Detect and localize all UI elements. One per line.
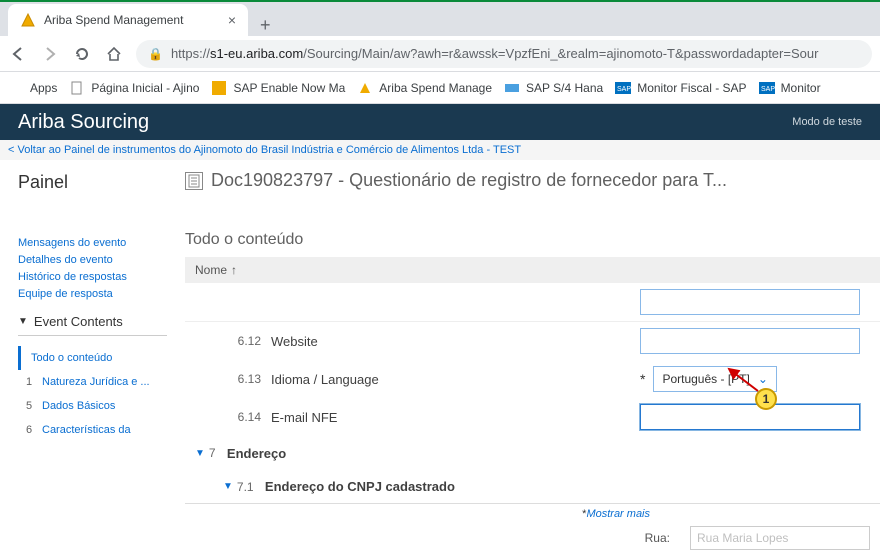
chevron-down-icon: ▼ <box>195 448 205 459</box>
back-to-dashboard-link[interactable]: < Voltar ao Painel de instrumentos do Aj… <box>8 144 521 156</box>
row-label: Endereço do CNPJ cadastrado <box>265 479 870 494</box>
new-tab-button[interactable]: + <box>248 15 283 36</box>
page-icon <box>69 80 85 96</box>
apps-grid-icon <box>8 80 24 96</box>
ariba-favicon <box>20 12 36 28</box>
sap-badge-icon: SAP <box>615 80 631 96</box>
row-label: Idioma / Language <box>271 372 640 387</box>
toc-all-content[interactable]: Todo o conteúdo <box>18 346 167 370</box>
row-label: E-mail NFE <box>271 410 640 425</box>
bookmark-item[interactable]: SAP Monitor <box>759 80 821 96</box>
required-star: * <box>640 371 645 387</box>
row-number: 7.1 <box>237 480 265 494</box>
table-row: 6.11 Fax <box>185 283 880 322</box>
sidebar-link-history[interactable]: Histórico de respostas <box>18 271 167 283</box>
ariba-icon <box>357 80 373 96</box>
bookmark-item[interactable]: SAP S/4 Hana <box>504 80 603 96</box>
bookmark-item[interactable]: SAP Enable Now Ma <box>211 80 345 96</box>
url-bar[interactable]: 🔒 https://s1-eu.ariba.com/Sourcing/Main/… <box>136 40 872 68</box>
toc-item[interactable]: 1 Natureza Jurídica e ... <box>18 370 167 394</box>
table-row: 6.12 Website <box>185 322 880 360</box>
svg-text:SAP: SAP <box>761 86 775 93</box>
column-header-name[interactable]: Nome ↑ <box>185 257 880 283</box>
home-icon[interactable] <box>104 44 124 64</box>
email-nfe-input[interactable] <box>640 404 860 430</box>
lock-icon: 🔒 <box>148 47 163 61</box>
forward-icon[interactable] <box>40 44 60 64</box>
sidebar-link-details[interactable]: Detalhes do evento <box>18 254 167 266</box>
close-icon[interactable]: × <box>228 12 236 28</box>
back-icon[interactable] <box>8 44 28 64</box>
sidebar-link-team[interactable]: Equipe de resposta <box>18 288 167 300</box>
bookmark-item[interactable]: Página Inicial - Ajino <box>69 80 199 96</box>
row-label: Website <box>271 334 640 349</box>
s4hana-icon <box>504 80 520 96</box>
section-row[interactable]: ▼ 7.1 Endereço do CNPJ cadastrado <box>185 470 880 504</box>
row-number: 6.12 <box>223 334 271 349</box>
browser-tab[interactable]: Ariba Spend Management × <box>8 4 248 36</box>
document-icon <box>185 172 203 190</box>
row-number: 6.14 <box>223 410 271 425</box>
annotation-bubble: 1 <box>755 388 777 410</box>
bookmark-apps[interactable]: Apps <box>8 80 57 96</box>
url-text: https://s1-eu.ariba.com/Sourcing/Main/aw… <box>171 46 818 61</box>
show-more-link[interactable]: *Mostrar mais <box>582 508 650 520</box>
website-input[interactable] <box>640 328 860 354</box>
bookmark-item[interactable]: Ariba Spend Manage <box>357 80 492 96</box>
panel-title: Painel <box>18 172 167 193</box>
rua-input[interactable] <box>690 526 870 550</box>
sidebar-link-messages[interactable]: Mensagens do evento <box>18 237 167 249</box>
table-row: 6.13 Idioma / Language * Português - [PT… <box>185 360 880 398</box>
reload-icon[interactable] <box>72 44 92 64</box>
section-title: Todo o conteúdo <box>185 231 880 249</box>
bookmark-item[interactable]: SAP Monitor Fiscal - SAP <box>615 80 746 96</box>
row-label: Endereço <box>227 446 870 461</box>
doc-title: Doc190823797 - Questionário de registro … <box>211 170 727 191</box>
mode-badge: Modo de teste <box>792 116 862 128</box>
fax-input[interactable] <box>640 289 860 315</box>
address-label-rua: Rua: <box>645 531 670 545</box>
event-contents-toggle[interactable]: ▼ Event Contents <box>18 306 167 336</box>
app-title: Ariba Sourcing <box>18 111 149 134</box>
row-number: 7 <box>209 446 227 460</box>
tab-title: Ariba Spend Management <box>44 13 220 27</box>
chevron-down-icon: ▼ <box>18 316 28 327</box>
sort-asc-icon: ↑ <box>231 263 237 277</box>
toc-item[interactable]: 5 Dados Básicos <box>18 394 167 418</box>
section-row[interactable]: ▼ 7 Endereço <box>185 436 880 470</box>
toc-item[interactable]: 6 Características da <box>18 418 167 442</box>
sap-badge-icon: SAP <box>759 80 775 96</box>
chevron-down-icon: ▼ <box>223 481 233 492</box>
svg-text:SAP: SAP <box>617 86 631 93</box>
sap-icon <box>211 80 227 96</box>
row-number: 6.13 <box>223 372 271 387</box>
